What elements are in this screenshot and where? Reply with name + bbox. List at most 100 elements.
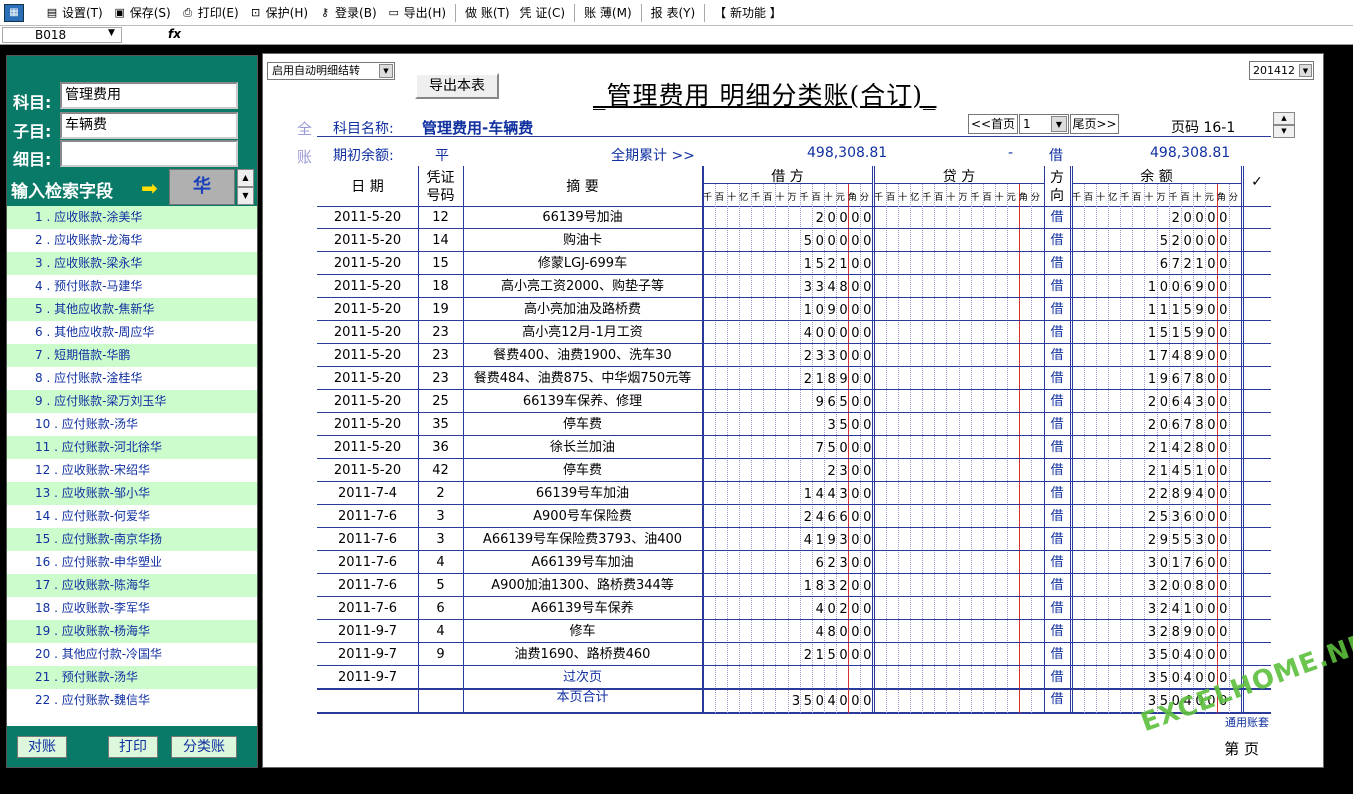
toolbar-item-10[interactable]: 【 新功能 】 — [709, 2, 787, 24]
table-row[interactable]: 2011-7-6 4 A66139号车加油 62300 借 3017600 — [317, 551, 1271, 574]
toolbar-item-4[interactable]: ⚷ 登录(B) — [313, 2, 382, 24]
table-row[interactable]: 2011-5-20 19 高小亮加油及路桥费 109000 借 1115900 — [317, 298, 1271, 321]
list-item[interactable]: 5 . 其他应收款-焦新华 — [7, 298, 257, 321]
table-row[interactable]: 2011-7-6 6 A66139号车保养 40200 借 3241000 — [317, 597, 1271, 620]
digit-unit-label: 元 — [1204, 193, 1214, 203]
table-row[interactable]: 2011-5-20 36 徐长兰加油 75000 借 2142800 — [317, 436, 1271, 459]
row-date: 2011-9-7 — [337, 624, 397, 639]
toolbar-item-8[interactable]: 账 薄(M) — [579, 2, 637, 24]
table-row[interactable]: 2011-5-20 35 停车费 3500 借 2067800 — [317, 413, 1271, 436]
table-row[interactable]: 2011-5-20 18 高小亮工资2000、购垫子等 334800 借 1006900 — [317, 275, 1271, 298]
toolbar-item-1[interactable]: ▣ 保存(S) — [108, 2, 176, 24]
toolbar-item-2[interactable]: ⎙ 打印(E) — [176, 2, 244, 24]
row-debit: 334800 — [803, 280, 875, 295]
last-page-button[interactable]: 尾页>> — [1070, 114, 1119, 134]
row-date: 2011-7-6 — [337, 555, 397, 570]
list-item[interactable]: 9 . 应付账款-梁万刘玉华 — [7, 390, 257, 413]
table-row[interactable]: 2011-5-20 42 停车费 2300 借 2145100 — [317, 459, 1271, 482]
table-row[interactable]: 2011-9-7 4 修车 48000 借 3289000 — [317, 620, 1271, 643]
list-item[interactable]: 12 . 应收账款-宋绍华 — [7, 459, 257, 482]
table-row[interactable]: 2011-5-20 23 餐费484、油费875、中华烟750元等 218900 借 19… — [317, 367, 1271, 390]
fx-icon[interactable]: fx — [168, 27, 181, 41]
list-item[interactable]: 18 . 应收账款-李军华 — [7, 597, 257, 620]
reconcile-button[interactable]: 对账 — [17, 736, 67, 758]
toolbar-item-5[interactable]: ▭ 导出(H) — [382, 2, 451, 24]
print-button[interactable]: 打印 — [108, 736, 158, 758]
table-row[interactable]: 2011-7-6 3 A66139号车保险费3793、油400 419300 借 2955… — [317, 528, 1271, 551]
toolbar-item-0[interactable]: ▤ 设置(T) — [40, 2, 108, 24]
toolbar-item-label: 凭 证(C) — [519, 6, 566, 20]
table-row[interactable]: 2011-7-6 5 A900加油1300、路桥费344等 183200 借 320080… — [317, 574, 1271, 597]
save-icon: ▣ — [114, 6, 125, 19]
auto-detail-combobox[interactable]: 启用自动明细结转 ▼ — [267, 62, 395, 80]
check-icon[interactable]: ✓ — [1243, 174, 1271, 190]
page-spinner[interactable]: ▲ ▼ — [1273, 112, 1295, 138]
table-row[interactable]: 2011-5-20 12 66139号加油 20000 借 20000 — [317, 206, 1271, 229]
list-item[interactable]: 3 . 应收账款-梁永华 — [7, 252, 257, 275]
sub-field[interactable]: 车辆费 — [60, 112, 238, 139]
table-row[interactable]: 2011-9-7 过次页借 3504000 — [317, 666, 1271, 689]
table-row[interactable]: 2011-7-6 3 A900号车保险费 246600 借 2536000 — [317, 505, 1271, 528]
list-item[interactable]: 22 . 应付账款-魏信华 — [7, 689, 257, 712]
row-summary: 修车 — [569, 624, 596, 639]
toolbar-item-9[interactable]: 报 表(Y) — [646, 2, 701, 24]
list-item[interactable]: 11 . 应付账款-河北徐华 — [7, 436, 257, 459]
detail-field[interactable] — [60, 140, 238, 167]
classify-button[interactable]: 分类账 — [171, 736, 237, 758]
list-item[interactable]: 20 . 其他应付款-冷国华 — [7, 643, 257, 666]
list-item[interactable]: 16 . 应付账款-申华塑业 — [7, 551, 257, 574]
page-total-row: 本页合计 3504000 借 3504000 — [317, 689, 1271, 712]
table-row[interactable]: 2011-5-20 15 修蒙LGJ-699车 152100 借 672100 — [317, 252, 1271, 275]
export-button[interactable]: 导出本表 — [415, 73, 499, 99]
list-item[interactable]: 10 . 应付账款-汤华 — [7, 413, 257, 436]
first-page-button[interactable]: <<首页 — [968, 114, 1018, 134]
chevron-down-icon[interactable]: ▼ — [1051, 116, 1067, 132]
table-row[interactable]: 2011-5-20 23 餐费400、油费1900、洗车30 233000 借 17489… — [317, 344, 1271, 367]
list-item[interactable]: 14 . 应付账款-何爱华 — [7, 505, 257, 528]
digit-unit-label: 千 — [874, 193, 884, 203]
row-voucher — [418, 666, 463, 689]
list-item[interactable]: 15 . 应付账款-南京华扬 — [7, 528, 257, 551]
spin-up-icon[interactable]: ▲ — [237, 169, 254, 187]
toolbar-item-label: 保护(H) — [265, 6, 309, 20]
row-voucher: 35 — [432, 417, 449, 432]
toolbar-item-label: 登录(B) — [335, 6, 377, 20]
table-row[interactable]: 2011-5-20 14 购油卡 500000 借 520000 — [317, 229, 1271, 252]
chevron-down-icon[interactable]: ▼ — [1299, 64, 1312, 77]
digit-unit-label: 百 — [1180, 193, 1190, 203]
list-item[interactable]: 1 . 应收账款-涂美华 — [7, 206, 257, 229]
list-item[interactable]: 21 . 预付账款-汤华 — [7, 666, 257, 689]
list-item[interactable]: 8 . 应付账款-淦桂华 — [7, 367, 257, 390]
subject-field[interactable]: 管理费用 — [60, 82, 238, 109]
list-item[interactable]: 4 . 预付账款-马建华 — [7, 275, 257, 298]
spin-up-icon[interactable]: ▲ — [1273, 112, 1295, 125]
digit-unit-label: 百 — [763, 193, 773, 203]
period-select[interactable]: 201412 ▼ — [1249, 61, 1314, 80]
row-date: 2011-7-6 — [337, 578, 397, 593]
list-item[interactable]: 6 . 其他应收款-周应华 — [7, 321, 257, 344]
table-row[interactable]: 2011-9-7 9 油费1690、路桥费460 215000 借 3504000 — [317, 643, 1271, 666]
list-item[interactable]: 2 . 应收账款-龙海华 — [7, 229, 257, 252]
list-item[interactable]: 13 . 应收账款-邹小华 — [7, 482, 257, 505]
chevron-down-icon[interactable]: ▼ — [379, 64, 393, 78]
row-balance: 672100 — [1159, 257, 1231, 272]
toolbar-item-6[interactable]: 做 账(T) — [460, 2, 515, 24]
search-input[interactable]: 华 — [169, 169, 235, 205]
list-item[interactable]: 17 . 应收账款-陈海华 — [7, 574, 257, 597]
list-item[interactable]: 19 . 应收账款-杨海华 — [7, 620, 257, 643]
chevron-down-icon[interactable]: ▼ — [108, 28, 115, 38]
period-value: 201412 — [1253, 64, 1295, 77]
search-panel-buttons: 对账 打印 分类账 — [7, 726, 257, 767]
table-row[interactable]: 2011-5-20 23 高小亮12月-1月工资 400000 借 1515900 — [317, 321, 1271, 344]
toolbar-item-3[interactable]: ⊡ 保护(H) — [244, 2, 313, 24]
page-select[interactable]: 1 ▼ — [1019, 114, 1069, 134]
toolbar-item-7[interactable]: 凭 证(C) — [515, 2, 571, 24]
name-box[interactable]: B018 — [2, 27, 122, 43]
table-row[interactable]: 2011-7-4 2 66139号车加油 144300 借 2289400 — [317, 482, 1271, 505]
spin-down-icon[interactable]: ▼ — [1273, 125, 1295, 138]
spin-down-icon[interactable]: ▼ — [237, 187, 254, 205]
list-item[interactable]: 7 . 短期借款-华鹏 — [7, 344, 257, 367]
search-spinner[interactable]: ▲ ▼ — [237, 169, 254, 205]
row-voucher: 14 — [432, 233, 449, 248]
table-row[interactable]: 2011-5-20 25 66139车保养、修理 96500 借 2064300 — [317, 390, 1271, 413]
